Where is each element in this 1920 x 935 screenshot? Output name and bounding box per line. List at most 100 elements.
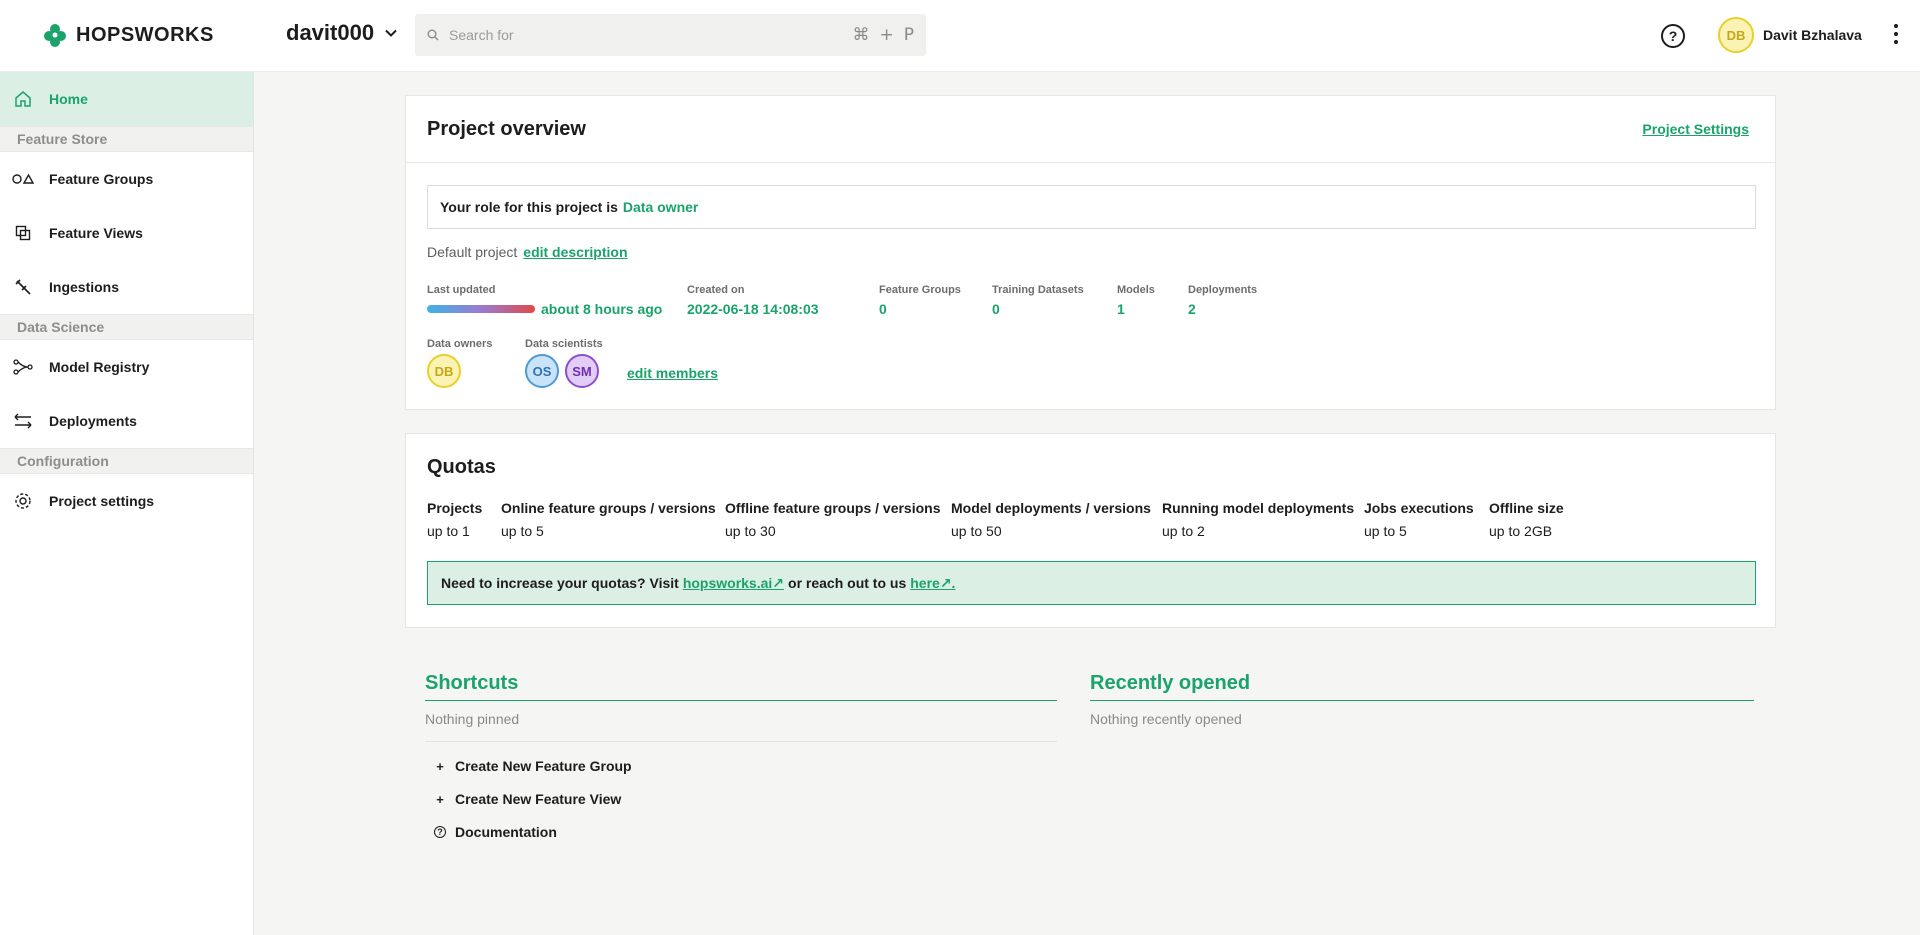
quota-item: Model deployments / versions up to 50 <box>951 500 1151 539</box>
quota-label: Running model deployments <box>1162 500 1355 516</box>
quota-label: Online feature groups / versions <box>501 500 716 516</box>
overview-header: Project overview Project Settings <box>406 96 1775 163</box>
avatar[interactable]: SM <box>565 354 599 388</box>
gear-icon <box>12 490 34 512</box>
project-description: Default project <box>427 244 518 260</box>
sidebar-item-home[interactable]: Home <box>0 72 253 126</box>
section-data-science: Data Science <box>0 314 253 340</box>
data-scientists: Data scientists OS SM <box>525 338 603 388</box>
sidebar-item-model-registry[interactable]: Model Registry <box>0 340 253 394</box>
plus-icon: + <box>436 758 444 774</box>
hopsworks-logo-icon <box>44 24 66 47</box>
sidebar: Home Feature Store Feature Groups Featur… <box>0 72 254 935</box>
stat-value: 0 <box>879 301 887 317</box>
user-menu[interactable]: DB Davit Bzhalava <box>1718 17 1862 53</box>
stat-label: Last updated <box>427 284 496 296</box>
project-settings-link[interactable]: Project Settings <box>1642 121 1749 137</box>
chevron-down-icon <box>385 29 397 37</box>
role-box: Your role for this project is Data owner <box>427 185 1756 229</box>
help-icon[interactable]: ? <box>1661 24 1685 48</box>
stat-training-datasets: Training Datasets 0 <box>992 284 1084 317</box>
data-owners: Data owners DB <box>427 338 492 388</box>
sidebar-item-label: Home <box>49 91 88 107</box>
stat-feature-groups: Feature Groups 0 <box>879 284 961 317</box>
quota-item: Offline feature groups / versions up to … <box>725 500 941 539</box>
recently-opened-empty: Nothing recently opened <box>1090 711 1242 727</box>
sidebar-item-project-settings[interactable]: Project settings <box>0 474 253 528</box>
brand-logo[interactable]: HOPSWORKS <box>42 22 214 48</box>
hopsworks-link[interactable]: hopsworks.ai↗ <box>683 575 784 592</box>
shortcuts-empty: Nothing pinned <box>425 711 520 727</box>
activity-bar <box>427 305 535 313</box>
role-value: Data owner <box>622 199 699 215</box>
search-bar[interactable]: ⌘ + P <box>415 14 926 56</box>
stat-label: Deployments <box>1188 284 1258 296</box>
quota-item: Online feature groups / versions up to 5 <box>501 500 716 539</box>
project-switcher[interactable]: davit000 <box>286 20 398 46</box>
sidebar-item-deployments[interactable]: Deployments <box>0 394 253 448</box>
recently-opened-divider <box>1090 700 1754 701</box>
sidebar-item-ingestions[interactable]: Ingestions <box>0 260 253 314</box>
help-circle-icon: ? <box>434 826 446 838</box>
more-vertical-icon[interactable] <box>1893 24 1899 44</box>
kbd-p: P <box>903 25 914 45</box>
avatar[interactable]: OS <box>525 354 559 388</box>
stat-value: 0 <box>992 301 1000 317</box>
shortcut-label: Documentation <box>455 824 557 840</box>
quota-label: Jobs executions <box>1364 500 1474 516</box>
sidebar-item-label: Ingestions <box>49 279 120 295</box>
avatar: DB <box>1718 17 1754 53</box>
stat-label: Feature Groups <box>879 284 961 296</box>
stat-label: Training Datasets <box>992 284 1084 296</box>
quota-value: up to 1 <box>427 523 470 539</box>
contact-link[interactable]: here↗. <box>910 575 955 592</box>
quotas-title: Quotas <box>427 456 496 478</box>
sidebar-item-feature-groups[interactable]: Feature Groups <box>0 152 253 206</box>
section-configuration: Configuration <box>0 448 253 474</box>
project-overview-card: Project overview Project Settings Your r… <box>405 95 1776 410</box>
plus-icon: + <box>436 791 444 807</box>
sidebar-item-feature-views[interactable]: Feature Views <box>0 206 253 260</box>
avatar[interactable]: DB <box>427 354 461 388</box>
quota-value: up to 5 <box>1364 523 1407 539</box>
user-name: Davit Bzhalava <box>1763 27 1862 43</box>
quota-value: up to 50 <box>951 523 1002 539</box>
edit-description-link[interactable]: edit description <box>523 244 627 260</box>
sidebar-item-label: Feature Views <box>49 225 143 241</box>
quota-label: Offline size <box>1489 500 1564 516</box>
stat-value: 1 <box>1117 301 1125 317</box>
stat-label: Data scientists <box>525 338 603 350</box>
stat-last-updated: Last updated about 8 hours ago <box>427 284 662 317</box>
quota-value: up to 30 <box>725 523 776 539</box>
quota-label: Model deployments / versions <box>951 500 1151 516</box>
quota-value: up to 5 <box>501 523 544 539</box>
search-icon <box>427 29 439 41</box>
stat-deployments: Deployments 2 <box>1188 284 1257 317</box>
create-feature-view-shortcut[interactable]: + Create New Feature View <box>434 791 621 807</box>
quota-item: Jobs executions up to 5 <box>1364 500 1474 539</box>
recently-opened-title: Recently opened <box>1090 672 1251 694</box>
shapes-icon <box>12 168 34 190</box>
edit-members-link[interactable]: edit members <box>627 365 718 381</box>
arrows-exchange-icon <box>12 410 34 432</box>
quota-banner: Need to increase your quotas? Visit hops… <box>427 561 1756 605</box>
project-name: davit000 <box>286 20 375 45</box>
quota-value: up to 2GB <box>1489 523 1553 539</box>
shortcut-label: Create New Feature View <box>455 791 622 807</box>
documentation-shortcut[interactable]: ? Documentation <box>434 824 557 840</box>
brand-name: HOPSWORKS <box>76 23 214 46</box>
shortcuts-separator <box>425 741 1057 742</box>
copy-icon <box>12 222 34 244</box>
search-input[interactable] <box>449 27 843 43</box>
sidebar-item-label: Deployments <box>49 413 137 429</box>
stat-label: Models <box>1117 284 1155 296</box>
stat-value-wrap: about 8 hours ago <box>427 301 662 317</box>
shortcuts-title: Shortcuts <box>425 672 519 694</box>
quota-item: Projects up to 1 <box>427 500 482 539</box>
banner-text: Need to increase your quotas? Visit <box>441 575 679 591</box>
banner-mid-text: or reach out to us <box>788 575 907 591</box>
tools-icon <box>12 276 34 298</box>
quotas-card: Quotas Projects up to 1 Online feature g… <box>405 433 1776 628</box>
create-feature-group-shortcut[interactable]: + Create New Feature Group <box>434 758 631 774</box>
description-row: Default project edit description <box>427 244 628 260</box>
